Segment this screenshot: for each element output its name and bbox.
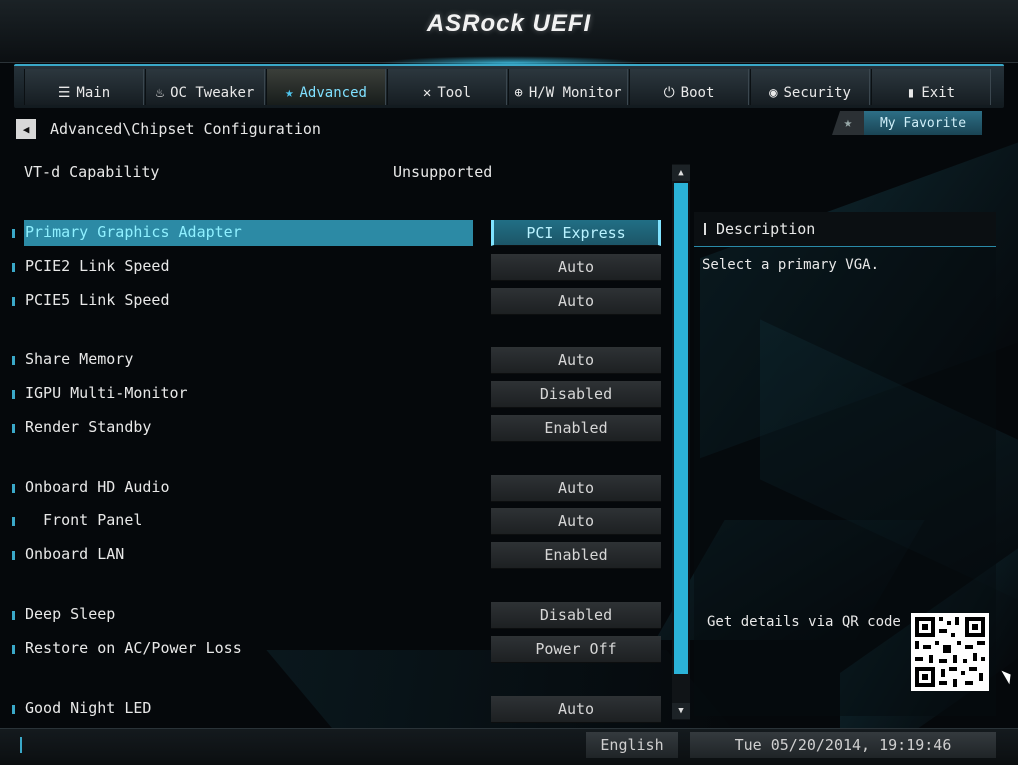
scrollbar-thumb[interactable] xyxy=(674,183,688,674)
tab-label: Exit xyxy=(921,85,956,101)
setting-label: Onboard HD Audio xyxy=(25,478,170,496)
tab-label: H/W Monitor xyxy=(528,85,622,101)
setting-value-dropdown[interactable]: Auto xyxy=(491,347,661,374)
description-title: Description xyxy=(716,220,816,238)
tab-main[interactable]: ☰ Main xyxy=(24,69,144,105)
setting-label: PCIE2 Link Speed xyxy=(25,257,170,275)
shield-icon: ◉ xyxy=(769,85,778,101)
setting-marker xyxy=(12,424,15,433)
flame-icon: ♨ xyxy=(155,85,165,101)
description-text: Select a primary VGA. xyxy=(702,257,880,273)
breadcrumb: ◀ Advanced\Chipset Configuration xyxy=(16,118,321,140)
monitor-icon: ⊕ xyxy=(514,85,523,101)
setting-label: Primary Graphics Adapter xyxy=(25,223,242,241)
setting-row[interactable]: Deep Sleep Disabled xyxy=(8,602,664,629)
exit-icon: ▮ xyxy=(906,85,916,101)
tab-tool[interactable]: ✕ Tool xyxy=(387,69,507,105)
setting-value-dropdown[interactable]: Auto xyxy=(491,288,661,315)
setting-marker xyxy=(12,229,15,238)
setting-label: Deep Sleep xyxy=(25,605,116,623)
setting-value-dropdown[interactable]: Disabled xyxy=(491,602,661,629)
setting-row[interactable]: Primary Graphics Adapter PCI Express xyxy=(8,220,664,246)
my-favorite-label: My Favorite xyxy=(864,111,982,135)
setting-marker xyxy=(12,645,15,654)
tab-label: Main xyxy=(76,85,111,101)
tab-exit[interactable]: ▮ Exit xyxy=(871,69,991,105)
qr-code-icon xyxy=(911,613,989,691)
tab-label: Boot xyxy=(680,85,715,101)
setting-label: IGPU Multi-Monitor xyxy=(25,384,188,402)
setting-label: Share Memory xyxy=(25,350,134,368)
tools-icon: ✕ xyxy=(422,85,432,101)
status-marker xyxy=(20,737,22,753)
setting-value-dropdown[interactable]: Enabled xyxy=(491,415,661,442)
setting-marker xyxy=(12,705,15,714)
description-header: Description xyxy=(694,212,996,247)
header: ASRock UEFI xyxy=(0,0,1018,70)
setting-row[interactable]: Share Memory Auto xyxy=(8,347,664,374)
star-icon: ★ xyxy=(832,111,864,135)
setting-row[interactable]: Restore on AC/Power Loss Power Off xyxy=(8,636,664,663)
setting-row[interactable]: Front Panel Auto xyxy=(8,508,664,535)
scroll-up-icon[interactable]: ▲ xyxy=(672,165,690,181)
setting-value-dropdown[interactable]: Auto xyxy=(491,475,661,502)
setting-row[interactable]: Onboard LAN Enabled xyxy=(8,542,664,569)
setting-marker xyxy=(12,356,15,365)
setting-value-dropdown[interactable]: PCI Express xyxy=(491,220,661,246)
setting-row[interactable]: PCIE2 Link Speed Auto xyxy=(8,254,664,281)
setting-value-dropdown[interactable]: Disabled xyxy=(491,381,661,408)
setting-value-dropdown[interactable]: Power Off xyxy=(491,636,661,663)
my-favorite-button[interactable]: ★ My Favorite xyxy=(832,111,982,135)
tab-security[interactable]: ◉ Security xyxy=(750,69,870,105)
setting-marker xyxy=(12,263,15,272)
tab-label: Tool xyxy=(437,85,472,101)
language-button[interactable]: English xyxy=(586,732,678,758)
tab-oc-tweaker[interactable]: ♨ OC Tweaker xyxy=(145,69,265,105)
setting-value-dropdown[interactable]: Auto xyxy=(491,254,661,281)
list-icon: ☰ xyxy=(57,85,71,101)
setting-row[interactable]: IGPU Multi-Monitor Disabled xyxy=(8,381,664,408)
setting-value-dropdown[interactable]: Auto xyxy=(491,508,661,535)
tab-boot[interactable]: ⏻ Boot xyxy=(629,69,749,105)
setting-value-dropdown[interactable]: Auto xyxy=(491,696,661,723)
setting-marker xyxy=(12,390,15,399)
setting-marker xyxy=(12,297,15,306)
setting-label: Good Night LED xyxy=(25,699,152,717)
scroll-down-icon[interactable]: ▼ xyxy=(672,703,690,719)
setting-label: PCIE5 Link Speed xyxy=(25,291,170,309)
description-marker xyxy=(704,223,706,235)
setting-row[interactable]: Good Night LED Auto xyxy=(8,696,664,723)
app-logo: ASRock UEFI xyxy=(426,10,592,37)
breadcrumb-path: Advanced\Chipset Configuration xyxy=(50,120,321,138)
setting-label: Restore on AC/Power Loss xyxy=(25,639,242,657)
setting-row[interactable]: Render Standby Enabled xyxy=(8,415,664,442)
setting-label: Front Panel xyxy=(25,511,143,529)
tab-label: Security xyxy=(783,85,851,101)
tab-advanced[interactable]: ★ Advanced xyxy=(266,69,386,105)
setting-value-dropdown[interactable]: Enabled xyxy=(491,542,661,569)
datetime-display: Tue 05/20/2014, 19:19:46 xyxy=(690,732,996,758)
tab-bar: ☰ Main ♨ OC Tweaker ★ Advanced ✕ Tool ⊕ H/W Monit… xyxy=(14,64,1004,108)
tab-label: Advanced xyxy=(299,85,367,101)
setting-label: Render Standby xyxy=(25,418,152,436)
setting-label: Onboard LAN xyxy=(25,545,125,563)
setting-marker xyxy=(12,551,15,560)
tab-h-w-monitor[interactable]: ⊕ H/W Monitor xyxy=(508,69,628,105)
setting-marker xyxy=(12,484,15,493)
vtd-capability-label: VT-d Capability xyxy=(24,163,160,181)
back-arrow-icon[interactable]: ◀ xyxy=(16,119,36,139)
tab-label: OC Tweaker xyxy=(170,85,255,101)
vtd-capability-value: Unsupported xyxy=(393,163,493,181)
star-icon: ★ xyxy=(285,85,294,101)
power-icon: ⏻ xyxy=(663,85,675,101)
setting-row[interactable]: Onboard HD Audio Auto xyxy=(8,475,664,502)
setting-row[interactable]: PCIE5 Link Speed Auto xyxy=(8,288,664,315)
setting-marker xyxy=(12,517,15,526)
setting-marker xyxy=(12,611,15,620)
qr-caption: Get details via QR code xyxy=(707,614,901,630)
